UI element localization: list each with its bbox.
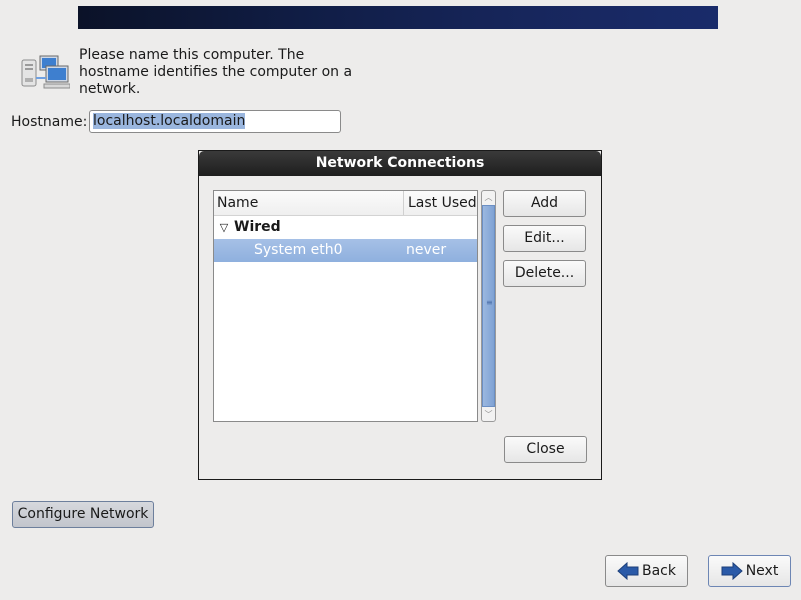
scroll-up-icon[interactable]: ︿ xyxy=(482,191,495,204)
hostname-input[interactable]: localhost.localdomain xyxy=(89,110,341,133)
column-header-name[interactable]: Name xyxy=(214,191,404,215)
hostname-value: localhost.localdomain xyxy=(93,113,246,129)
back-label: Back xyxy=(642,563,676,579)
configure-network-button[interactable]: Configure Network xyxy=(12,501,154,528)
group-row-wired[interactable]: ▽ Wired xyxy=(214,216,477,239)
arrow-left-icon xyxy=(617,562,639,580)
network-connections-dialog: Network Connections Name Last Used ▽ Wir… xyxy=(198,150,602,480)
add-button[interactable]: Add xyxy=(503,190,586,217)
hostname-label: Hostname: xyxy=(11,114,88,130)
list-item[interactable]: System eth0 never xyxy=(214,239,477,262)
close-button[interactable]: Close xyxy=(504,436,587,463)
network-computers-icon xyxy=(21,55,70,89)
group-label: Wired xyxy=(234,219,281,235)
list-scrollbar[interactable]: ︿ ≡ ﹀ xyxy=(481,190,496,422)
next-label: Next xyxy=(745,563,779,579)
connections-list[interactable]: Name Last Used ▽ Wired System eth0 never xyxy=(213,190,478,422)
next-button[interactable]: Next xyxy=(708,555,791,587)
list-header: Name Last Used xyxy=(214,191,477,216)
edit-button[interactable]: Edit... xyxy=(503,225,586,252)
connection-name: System eth0 xyxy=(254,242,343,258)
grip-icon: ≡ xyxy=(486,298,493,307)
dialog-title: Network Connections xyxy=(199,151,601,176)
delete-button[interactable]: Delete... xyxy=(503,260,586,287)
intro-text: Please name this computer. The hostname … xyxy=(79,47,353,97)
arrow-right-icon xyxy=(721,562,743,580)
scrollbar-thumb[interactable]: ≡ xyxy=(482,205,495,407)
expander-triangle-icon[interactable]: ▽ xyxy=(214,216,234,239)
connection-last-used: never xyxy=(406,242,447,258)
column-header-last-used[interactable]: Last Used xyxy=(404,191,477,215)
back-button[interactable]: Back xyxy=(605,555,688,587)
header-banner xyxy=(78,6,718,29)
scroll-down-icon[interactable]: ﹀ xyxy=(482,408,495,421)
